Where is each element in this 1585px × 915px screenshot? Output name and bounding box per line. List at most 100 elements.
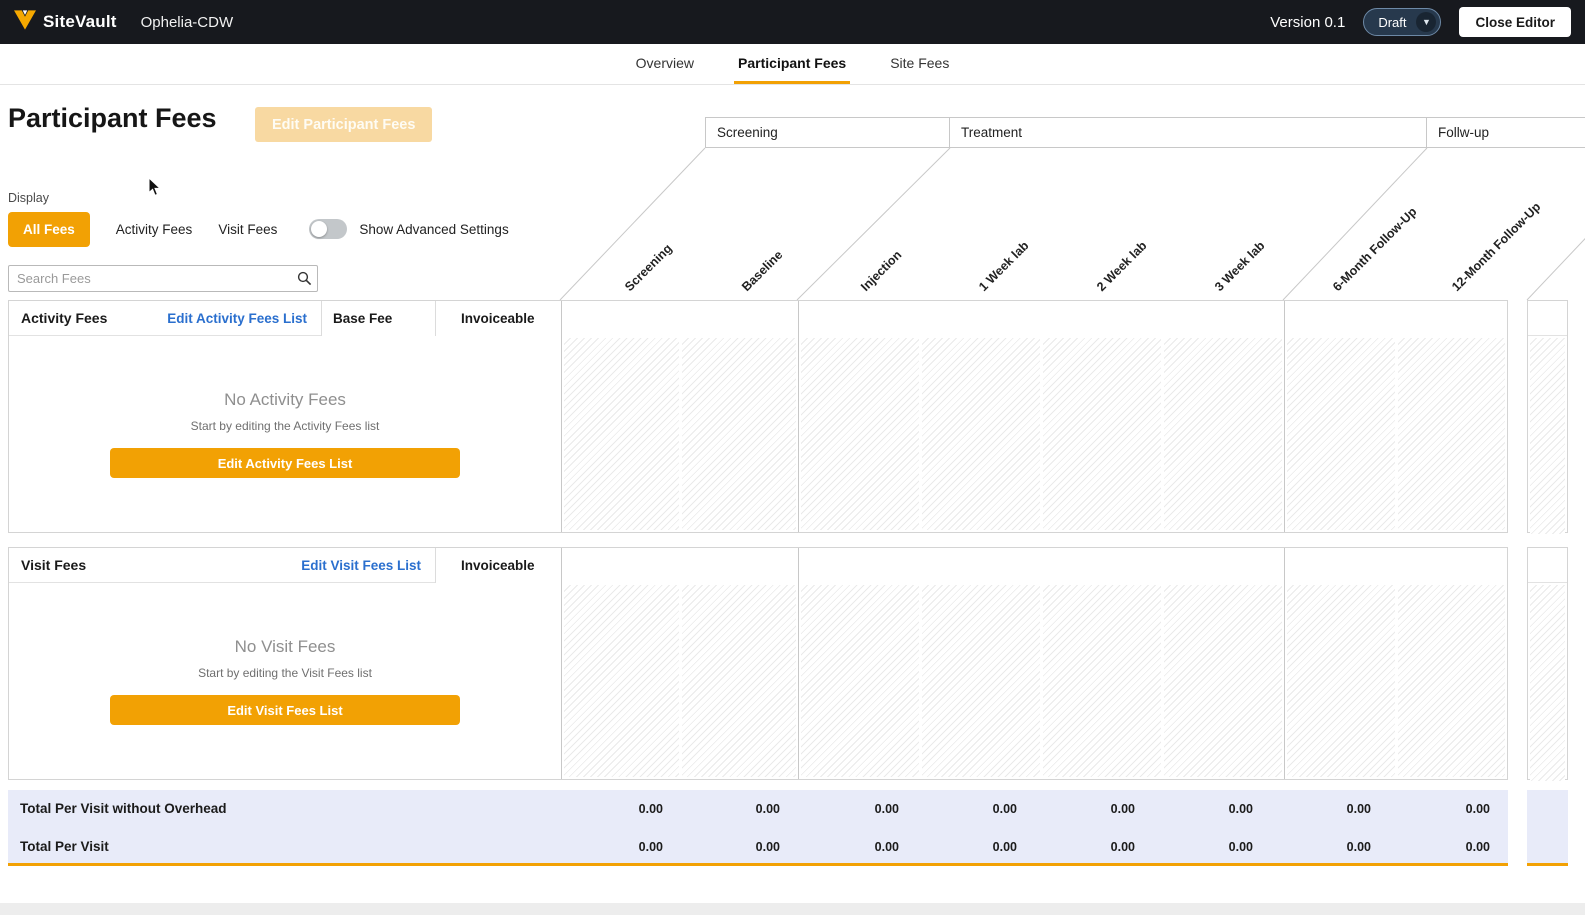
totals-row-label: Total Per Visit without Overhead (20, 790, 227, 828)
total-value: 0.00 (1430, 790, 1490, 828)
totals-section: Total Per Visit without Overhead 0.00 0.… (8, 790, 1508, 866)
sitevault-logo-icon (14, 10, 36, 35)
total-value: 0.00 (1311, 790, 1371, 828)
hatch-group-treatment (799, 583, 1284, 779)
total-value: 0.00 (720, 790, 780, 828)
activity-fees-title: Activity Fees (9, 310, 107, 326)
tab-site-fees[interactable]: Site Fees (886, 44, 953, 84)
epoch-header-treatment: Treatment (949, 117, 1427, 148)
epoch-header-followup: Follw-up (1426, 117, 1585, 148)
total-value: 0.00 (839, 828, 899, 866)
hatch-group-screening (562, 336, 798, 532)
hatch-cell (1164, 338, 1282, 530)
invoiceable-column-header: Invoiceable (461, 548, 535, 583)
visit-fees-header-cell: Visit Fees Edit Visit Fees List (9, 548, 435, 583)
hatch-cell (1530, 585, 1565, 781)
total-value: 0.00 (1075, 828, 1135, 866)
partial-next-epoch-column (1527, 547, 1568, 780)
hatch-cell (922, 585, 1040, 777)
totals-row-label: Total Per Visit (20, 828, 109, 866)
search-icon[interactable] (291, 271, 317, 286)
hatch-cell (922, 338, 1040, 530)
activity-fees-header-cell: Activity Fees Edit Activity Fees List (9, 301, 321, 336)
visit-column-label: Baseline (739, 248, 785, 294)
total-value: 0.00 (1430, 828, 1490, 866)
tab-participant-fees[interactable]: Participant Fees (734, 44, 850, 84)
edit-visit-fees-list-link[interactable]: Edit Visit Fees List (301, 558, 435, 573)
edit-activity-fees-list-link[interactable]: Edit Activity Fees List (167, 311, 321, 326)
hatch-cell (801, 585, 919, 777)
visit-column-label: 6-Month Follow-Up (1330, 205, 1419, 294)
toggle-knob (311, 221, 327, 237)
partial-next-epoch-column (1527, 300, 1568, 533)
partial-totals-column (1527, 790, 1568, 866)
edit-participant-fees-button[interactable]: Edit Participant Fees (255, 107, 432, 142)
hatch-cell (1164, 585, 1282, 777)
hatch-cell (1398, 338, 1506, 530)
visit-column-label: Injection (858, 248, 904, 294)
total-value: 0.00 (957, 790, 1017, 828)
hatch-group-followup (1285, 583, 1507, 779)
hatch-cell (682, 585, 797, 777)
activity-fees-empty-state: No Activity Fees Start by editing the Ac… (9, 336, 561, 532)
logo-text: SiteVault (43, 12, 117, 32)
visit-column-label: Screening (622, 241, 675, 294)
invoiceable-column-header: Invoiceable (461, 301, 535, 336)
edit-visit-fees-list-button[interactable]: Edit Visit Fees List (110, 695, 460, 725)
visit-fees-empty-state: No Visit Fees Start by editing the Visit… (9, 583, 561, 779)
empty-state-subtitle: Start by editing the Activity Fees list (191, 419, 380, 433)
hatch-cell (1043, 338, 1161, 530)
horizontal-scrollbar-track[interactable] (0, 903, 1585, 915)
column-divider (435, 548, 436, 583)
edit-activity-fees-list-button[interactable]: Edit Activity Fees List (110, 448, 460, 478)
search-fees-box (8, 265, 318, 292)
visit-fees-title: Visit Fees (9, 557, 86, 573)
fee-filter-segment: All Fees Activity Fees Visit Fees Show A… (8, 211, 509, 247)
empty-state-title: No Activity Fees (224, 390, 346, 410)
sitevault-logo: SiteVault (14, 10, 117, 35)
status-dropdown-value: Draft (1378, 15, 1406, 30)
partial-column-header (1528, 548, 1567, 583)
mouse-cursor (148, 177, 162, 197)
base-fee-column-header: Base Fee (333, 301, 392, 336)
hatch-group-screening (562, 583, 798, 779)
hatch-cell (564, 338, 679, 530)
partial-column-header (1528, 301, 1567, 336)
empty-state-title: No Visit Fees (235, 637, 336, 657)
column-divider (435, 301, 436, 336)
hatch-cell (1287, 338, 1395, 530)
total-value: 0.00 (1193, 790, 1253, 828)
chevron-down-icon: ▼ (1416, 12, 1436, 32)
total-value: 0.00 (603, 790, 663, 828)
close-editor-button[interactable]: Close Editor (1459, 7, 1571, 37)
total-value: 0.00 (1193, 828, 1253, 866)
status-dropdown[interactable]: Draft ▼ (1363, 8, 1441, 36)
participant-fees-page: Participant Fees Edit Participant Fees S… (0, 85, 1585, 915)
show-advanced-settings-label: Show Advanced Settings (359, 222, 508, 237)
version-label: Version 0.1 (1270, 14, 1345, 31)
epoch-header-screening: Screening (705, 117, 950, 148)
column-divider (321, 301, 322, 336)
empty-state-subtitle: Start by editing the Visit Fees list (198, 666, 372, 680)
tab-overview[interactable]: Overview (632, 44, 698, 84)
hatch-cell (1043, 585, 1161, 777)
filter-all-fees[interactable]: All Fees (8, 212, 90, 247)
visit-column-label: 12-Month Follow-Up (1449, 200, 1543, 294)
filter-visit-fees[interactable]: Visit Fees (218, 222, 277, 237)
filter-activity-fees[interactable]: Activity Fees (116, 222, 193, 237)
visit-fees-table: Visit Fees Edit Visit Fees List Invoicea… (8, 547, 1508, 780)
total-value: 0.00 (720, 828, 780, 866)
total-value: 0.00 (839, 790, 899, 828)
tab-bar: Overview Participant Fees Site Fees (0, 44, 1585, 85)
hatch-cell (682, 338, 797, 530)
study-name: Ophelia-CDW (141, 14, 234, 31)
search-fees-input[interactable] (9, 271, 291, 286)
hatch-cell (1287, 585, 1395, 777)
show-advanced-settings-toggle[interactable] (309, 219, 347, 239)
visit-column-label: 3 Week lab (1212, 239, 1267, 294)
activity-fees-table: Activity Fees Edit Activity Fees List Ba… (8, 300, 1508, 533)
page-title: Participant Fees (8, 103, 217, 134)
total-value: 0.00 (1075, 790, 1135, 828)
hatch-cell (801, 338, 919, 530)
hatch-group-followup (1285, 336, 1507, 532)
